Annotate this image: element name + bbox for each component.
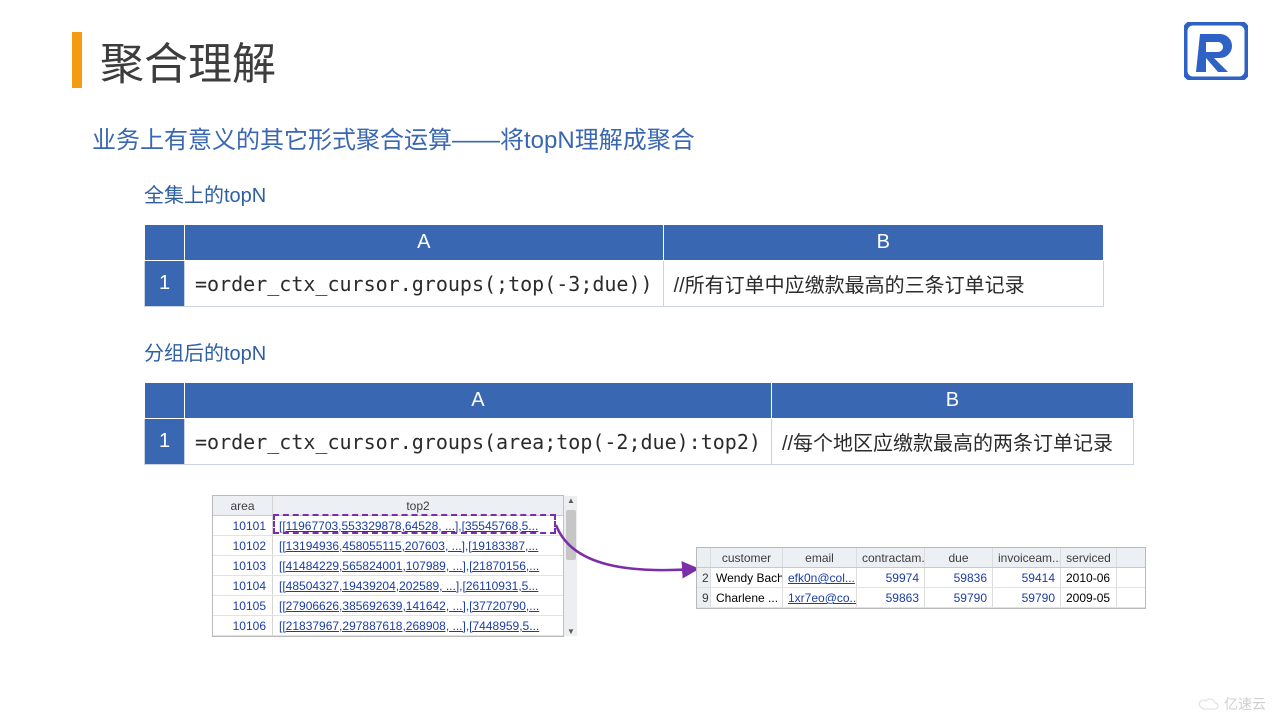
rownum: 1 (145, 261, 185, 307)
col-header-customer: customer (711, 548, 783, 567)
cell-invoiceam: 59414 (993, 568, 1061, 587)
table-row: 10102[[13194936,458055115,207603, ...],[… (213, 536, 563, 556)
th-b: B (663, 225, 1103, 261)
cell-top2: [[48504327,19439204,202589, ...],[261109… (273, 576, 563, 595)
table-row: 9Charlene ...1xr7eo@co...598635979059790… (697, 588, 1145, 608)
watermark: 亿速云 (1198, 694, 1266, 714)
rownum: 1 (145, 419, 185, 465)
col-header-email: email (783, 548, 857, 567)
th-a: A (185, 383, 772, 419)
cell-contractam: 59863 (857, 588, 925, 607)
cell-customer: Charlene ... (711, 588, 783, 607)
code-table-1: A B 1 =order_ctx_cursor.groups(;top(-3;d… (144, 224, 1104, 307)
result-grid-left: area top2 10101[[11967703,553329878,6452… (212, 495, 564, 637)
th-corner (145, 225, 185, 261)
cell-top2: [[41484229,565824001,107989, ...],[21870… (273, 556, 563, 575)
col-header-area: area (213, 496, 273, 515)
th-b: B (771, 383, 1133, 419)
cell-area: 10103 (213, 556, 273, 575)
brand-logo (1184, 22, 1248, 80)
col-header-top2: top2 (273, 496, 563, 515)
cell-area: 10105 (213, 596, 273, 615)
code-table-2: A B 1 =order_ctx_cursor.groups(area;top(… (144, 382, 1134, 465)
cell-top2: [[21837967,297887618,268908, ...],[74489… (273, 616, 563, 635)
result-area: area top2 10101[[11967703,553329878,6452… (144, 495, 1208, 665)
cell-customer: Wendy Bach (711, 568, 783, 587)
result-grid-right: customer email contractam... due invoice… (696, 547, 1146, 609)
table-row: 10104[[48504327,19439204,202589, ...],[2… (213, 576, 563, 596)
col-header-due: due (925, 548, 993, 567)
table-row: 10106[[21837967,297887618,268908, ...],[… (213, 616, 563, 636)
cell-area: 10101 (213, 516, 273, 535)
table-row: 2Wendy Bachefk0n@col...59974598365941420… (697, 568, 1145, 588)
section-2-label: 分组后的topN (144, 337, 1208, 366)
col-header-invoiceam: invoiceam... (993, 548, 1061, 567)
th-a: A (185, 225, 664, 261)
connector-arrow (544, 517, 714, 587)
cell-email: efk0n@col... (783, 568, 857, 587)
cell-invoiceam: 59790 (993, 588, 1061, 607)
cell-email: 1xr7eo@co... (783, 588, 857, 607)
table-row: 10103[[41484229,565824001,107989, ...],[… (213, 556, 563, 576)
col-header-contractam: contractam... (857, 548, 925, 567)
cell-top2: [[11967703,553329878,64528, ...],[355457… (273, 516, 563, 535)
col-header-idx (697, 548, 711, 567)
slide-title: 聚合理解 (100, 28, 276, 92)
cell-due: 59836 (925, 568, 993, 587)
cell-due: 59790 (925, 588, 993, 607)
cell-area: 10106 (213, 616, 273, 635)
th-corner (145, 383, 185, 419)
slide-subtitle: 业务上有意义的其它形式聚合运算——将topN理解成聚合 (92, 120, 1208, 155)
cell-area: 10104 (213, 576, 273, 595)
cell-index: 2 (697, 568, 711, 587)
cell-a1: =order_ctx_cursor.groups(;top(-3;due)) (185, 261, 664, 307)
cell-top2: [[13194936,458055115,207603, ...],[19183… (273, 536, 563, 555)
title-accent-bar (72, 32, 82, 88)
cell-b1: //所有订单中应缴款最高的三条订单记录 (663, 261, 1103, 307)
section-1-label: 全集上的topN (144, 179, 1208, 208)
cell-serviced: 2010-06 (1061, 568, 1117, 587)
table-row: 10101[[11967703,553329878,64528, ...],[3… (213, 516, 563, 536)
cell-b1: //每个地区应缴款最高的两条订单记录 (771, 419, 1133, 465)
cell-serviced: 2009-05 (1061, 588, 1117, 607)
cell-top2: [[27906626,385692639,141642, ...],[37720… (273, 596, 563, 615)
cell-index: 9 (697, 588, 711, 607)
cell-area: 10102 (213, 536, 273, 555)
cell-a1: =order_ctx_cursor.groups(area;top(-2;due… (185, 419, 772, 465)
table-row: 10105[[27906626,385692639,141642, ...],[… (213, 596, 563, 616)
col-header-serviced: serviced (1061, 548, 1117, 567)
cell-contractam: 59974 (857, 568, 925, 587)
